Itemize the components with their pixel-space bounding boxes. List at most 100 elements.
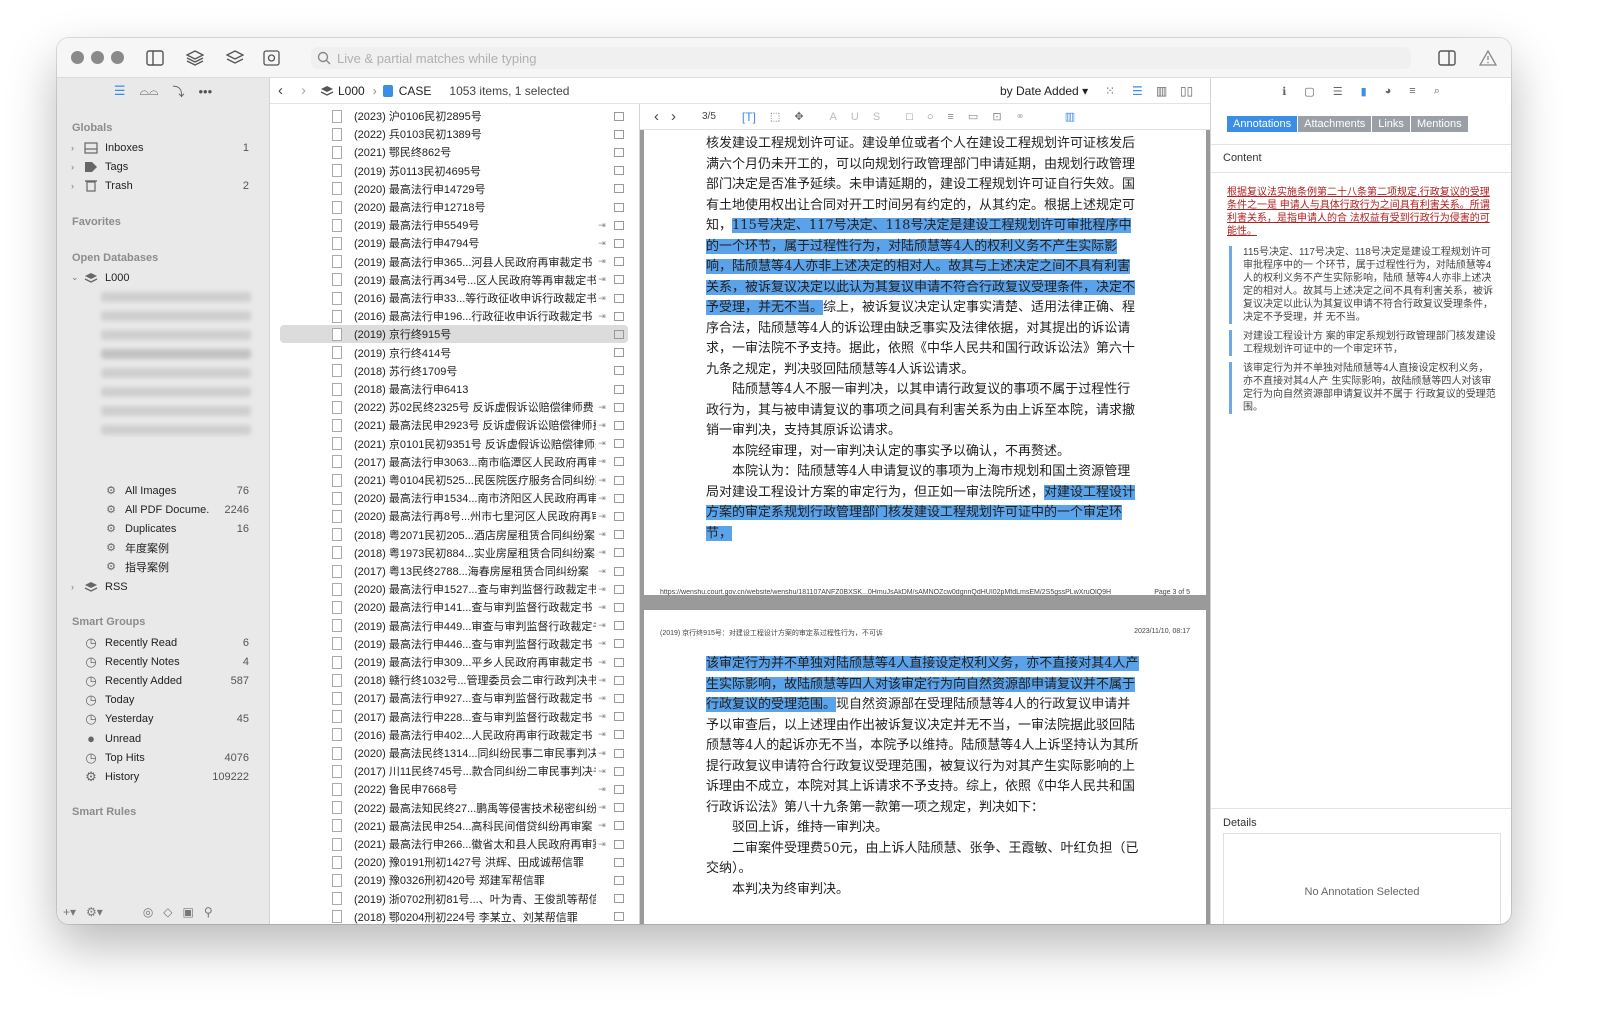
tab-mentions[interactable]: Mentions [1410,116,1469,132]
more-icon[interactable]: ••• [199,84,213,99]
list-item[interactable]: (2022) 鲁民申7668号 ⇥ [280,780,628,798]
list-item[interactable]: (2021) 京0101民初9351号 反诉虚假诉讼赔偿律师费 ⇥ [280,435,628,453]
textbox-icon[interactable]: ⊡ [992,110,1001,123]
disclosure-icon[interactable]: › [71,181,83,191]
disclosure-icon[interactable]: › [71,162,83,172]
text-select-icon[interactable]: [T] [742,110,756,124]
import-icon[interactable]: ⤵ [172,83,184,100]
list-item[interactable]: (2020) 最高法行申14729号 [280,180,628,198]
list-item[interactable]: (2020) 最高法行申12718号 [280,198,628,216]
tab-annotations[interactable]: Annotations [1227,116,1299,132]
move-icon[interactable]: ✥ [794,110,803,123]
document-icon[interactable]: ▮ [1361,85,1367,98]
sidebar-item-smart-group[interactable]: ◷ Top Hits 4076 [57,748,270,767]
sidebar-item-guiding-cases[interactable]: ⚙ 指导案例 [57,557,270,576]
strikethrough-icon[interactable]: S [873,111,880,123]
outline-icon[interactable]: ≡ [1409,85,1415,97]
search-field[interactable]: Live & partial matches while typing [311,47,1411,69]
sidebar-toggle-icon[interactable] [144,47,166,69]
column-view-icon[interactable]: ▥ [1156,84,1167,98]
list-item[interactable]: (2017) 最高法行申3063...南市临潭区人民政府再审案 ⇥ [280,453,628,471]
highlight-annotation-item[interactable]: 115号决定、117号决定、118号决定是建设工程规划许可审批程序中的一 个环节… [1229,246,1497,324]
underline-annotation[interactable]: 根据复议法实施条例第二十八条第二项规定,行政复议的受理条件之一是 申请人与具体行… [1227,186,1497,238]
warning-icon[interactable] [1477,47,1499,69]
blurred-group[interactable] [101,406,251,416]
highlight-annotation-item[interactable]: 对建设工程设计方 案的审定系规划行政管理部门核发建设工程规划许可证中的一个审定环… [1229,330,1497,356]
concordance-icon[interactable]: ◕ [1385,85,1392,97]
disclosure-icon[interactable]: › [71,582,83,592]
sidebar-item-smart-group[interactable]: ◷ Recently Added 587 [57,671,270,690]
sidebar-item-smart-group[interactable]: ◷ Recently Notes 4 [57,652,270,671]
list-item[interactable]: (2019) 最高法行再34号...区人民政府等再审裁定书 ⇥ [280,271,628,289]
list-item[interactable]: (2017) 最高法行申927...查与审判监督行政裁定书 ⇥ [280,689,628,707]
sidebar-item-tags[interactable]: › Tags [57,157,270,176]
path-database[interactable]: L000 [320,84,365,98]
layers-icon[interactable] [224,47,246,69]
list-item[interactable]: (2019) 最高法行申449...审查与审判监督行政裁定书 ⇥ [280,617,628,635]
pin-icon[interactable]: ⚲ [204,905,213,919]
next-page-icon[interactable]: › [671,108,676,125]
blurred-group[interactable] [101,387,251,397]
note-icon[interactable]: ▭ [968,110,978,123]
list-view-icon[interactable]: ☰ [114,83,126,99]
add-icon[interactable]: +▾ [63,905,76,919]
tab-links[interactable]: Links [1372,116,1411,132]
list-view-icon[interactable]: ☰ [1132,84,1143,98]
list-item[interactable]: (2022) 苏02民终2325号 反诉虚假诉讼赔偿律师费 ⇥ [280,398,628,416]
sidebar-item-annual-cases[interactable]: ⚙ 年度案例 [57,538,270,557]
sort-menu[interactable]: by Date Added ▾ [1000,84,1088,98]
list-item[interactable]: (2020) 最高法民终1314...同纠纷民事二审民事判决书 ⇥ [280,744,628,762]
sidebar-item-inboxes[interactable]: › Inboxes 1 [57,138,270,157]
list-item[interactable]: (2022) 兵0103民初1389号 [280,125,628,143]
marquee-icon[interactable]: ⬚ [770,110,780,123]
list-item[interactable]: (2019) 最高法行申365...河县人民政府再审裁定书 ⇥ [280,253,628,271]
list-item[interactable]: (2020) 最高法行申141...查与审判监督行政裁定书 ⇥ [280,598,628,616]
forward-icon[interactable]: › [301,82,306,99]
list-item[interactable]: (2019) 最高法行申5549号 ⇥ [280,216,628,234]
list-item[interactable]: (2017) 川11民终745号...款合同纠纷二审民事判决书 ⇥ [280,762,628,780]
zoom-window-button[interactable] [111,51,124,64]
tag-icon[interactable]: ◇ [163,905,172,919]
list-item[interactable]: (2018) 苏行终1709号 [280,362,628,380]
list-item[interactable]: (2019) 苏0113民初4695号 [280,162,628,180]
highlight-annotation-item[interactable]: 该审定行为并不单独对陆颀慧等4人直接设定权利义务，亦不直接对其4人产 生实际影响… [1229,362,1497,414]
list-item[interactable]: (2018) 粤1973民初884...实业房屋租赁合同纠纷案 ⇥ [280,544,628,562]
list-item[interactable]: (2022) 最高法知民终27...鹏禹等侵害技术秘密纠纷案 ⇥ [280,799,628,817]
highlight-icon[interactable]: A [830,111,837,123]
list-item[interactable]: (2016) 最高法行申33...等行政征收申诉行政裁定书 ⇥ [280,289,628,307]
record-icon[interactable]: ◎ [143,905,153,919]
minimize-window-button[interactable] [91,51,104,64]
sidebar-item-rss[interactable]: › RSS [57,577,270,596]
sidebar-item-smart-group[interactable]: ⚙ History 109222 [57,767,270,786]
list-item[interactable]: (2020) 最高法行再8号...州市七里河区人民政府再审案 ⇥ [280,507,628,525]
list-item[interactable]: (2019) 豫0326刑初420号 郑建军帮信罪 [280,871,628,889]
list-item[interactable]: (2020) 最高法行申1534...南市济阳区人民政府再审案 ⇥ [280,489,628,507]
list-item[interactable]: (2017) 最高法行申228...查与审判监督行政裁定书 ⇥ [280,708,628,726]
list-item[interactable]: (2019) 京行终414号 [280,344,628,362]
list-item[interactable]: (2021) 最高法民申2923号 反诉虚假诉讼赔偿律师费 ⇥ [280,416,628,434]
sidebar-item-duplicates[interactable]: ⚙ Duplicates 16 [57,519,270,538]
glasses-icon[interactable]: ⌓⌓ [140,84,159,99]
sidebar-item-smart-group[interactable]: ◷ Today [57,691,270,710]
list-item[interactable]: (2018) 赣行终1032号...管理委员会二审行政判决书 ⇥ [280,671,628,689]
sidebar-item-smart-group[interactable]: ● Unread [57,729,270,748]
search-icon[interactable]: ⌕ [1434,85,1440,98]
list-item[interactable]: (2020) 最高法行申1527...查与审判监督行政裁定书 ⇥ [280,580,628,598]
blurred-group[interactable] [101,330,251,340]
sidebar-item-trash[interactable]: › Trash 2 [57,176,270,195]
close-window-button[interactable] [71,51,84,64]
list-item[interactable]: (2019) 最高法行申4794号 ⇥ [280,234,628,252]
list-item[interactable]: (2019) 最高法行申446...查与审判监督行政裁定书 ⇥ [280,635,628,653]
page-indicator[interactable]: 3/5 [702,111,716,122]
back-icon[interactable]: ‹ [278,82,283,99]
tab-attachments[interactable]: Attachments [1298,116,1373,132]
list-item[interactable]: (2016) 最高法行申402...人民政府再审行政裁定书 ⇥ [280,726,628,744]
list-item[interactable]: (2020) 豫0191刑初1427号 洪辉、田成诚帮信罪 [280,853,628,871]
sidebar-item-all-pdf[interactable]: ⚙ All PDF Docume... 2246 [57,500,270,519]
gear-menu-icon[interactable]: ⚙▾ [86,905,103,919]
list-item[interactable]: (2023) 沪0106民初2895号 [280,107,628,125]
comment-icon[interactable]: ▢ [1304,85,1314,98]
list-item[interactable]: (2017) 粤13民终2788...海春房屋租赁合同纠纷案 ⇥ [280,562,628,580]
list-item[interactable]: (2018) 鄂0204刑初224号 李某立、刘某帮信罪 [280,908,628,924]
prev-page-icon[interactable]: ‹ [654,108,659,125]
